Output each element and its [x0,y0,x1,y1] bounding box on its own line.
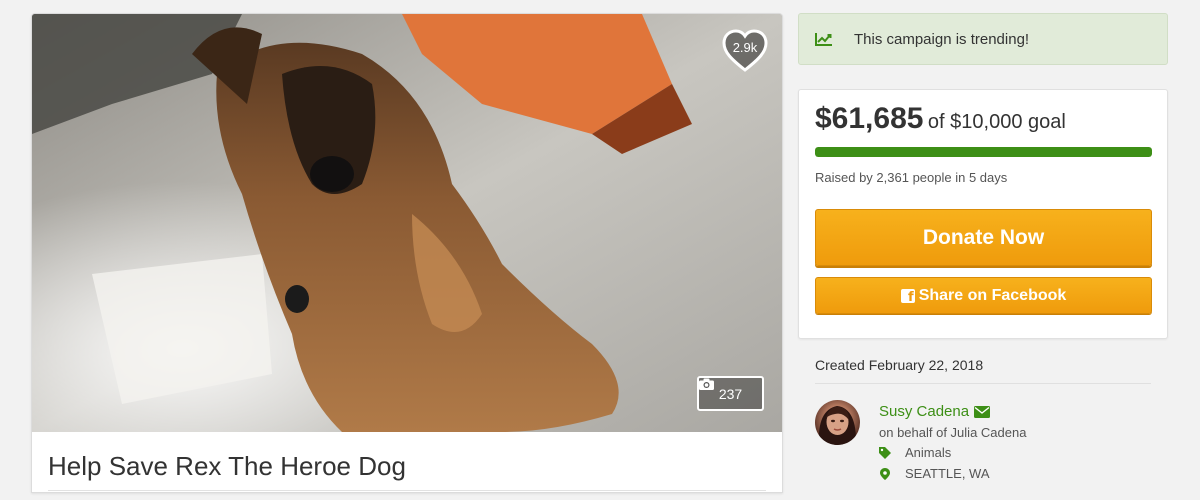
amount-line: $61,685 of $10,000 goal [815,102,1066,136]
favorite-heart-button[interactable]: 2.9k [721,28,769,74]
heart-count: 2.9k [732,40,758,55]
on-behalf-text: on behalf of Julia Cadena [879,425,1027,440]
avatar-image [818,406,857,445]
goal-text: of $10,000 goal [927,111,1066,133]
progress-fill [815,147,1152,157]
photo-gallery-button[interactable]: 237 [697,376,764,411]
category-text: Animals [905,445,952,460]
details-divider [815,383,1151,384]
camera-icon [699,378,714,390]
donation-card: $61,685 of $10,000 goal Raised by 2,361 … [798,89,1168,339]
location-text: SEATTLE, WA [905,466,990,481]
share-facebook-button[interactable]: Share on Facebook [815,277,1152,314]
envelope-icon [974,405,991,418]
raised-by-text: Raised by 2,361 people in 5 days [815,170,1008,185]
trending-text: This campaign is trending! [854,30,1030,48]
map-pin-icon [880,467,890,480]
campaign-title: Help Save Rex The Heroe Dog [48,451,406,481]
share-label: Share on Facebook [918,286,1067,304]
dog-photo-illustration [32,14,782,432]
tag-icon [879,446,891,459]
campaign-card: 2.9k 237 Help Save Rex The Heroe Dog [31,13,783,493]
photo-count: 237 [718,385,743,402]
location-row: SEATTLE, WA [879,466,990,481]
campaign-photo[interactable]: 2.9k 237 [32,14,782,432]
organizer-name-link[interactable]: Susy Cadena [879,403,991,420]
organizer-avatar[interactable] [815,400,860,445]
title-divider [48,490,766,491]
donate-now-button[interactable]: Donate Now [815,209,1152,266]
created-date: Created February 22, 2018 [815,357,984,373]
amount-raised: $61,685 [815,102,924,135]
organizer-name: Susy Cadena [879,403,970,420]
campaign-page: 2.9k 237 Help Save Rex The Heroe Dog Thi… [0,0,1200,500]
facebook-icon [900,288,915,305]
category-row: Animals [879,445,951,460]
progress-bar [815,147,1152,157]
trending-banner: This campaign is trending! [798,13,1168,65]
trend-up-icon [815,33,832,46]
